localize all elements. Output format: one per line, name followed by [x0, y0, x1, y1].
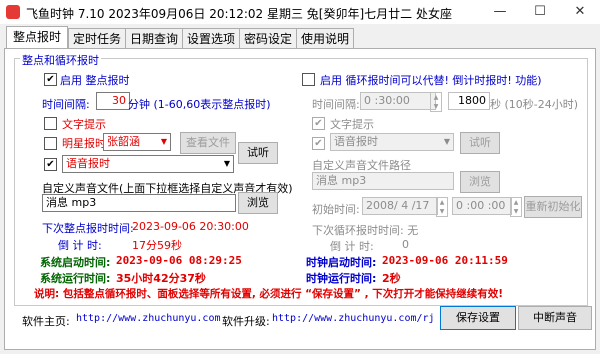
loop-voice-checkbox[interactable]: ✔	[312, 137, 325, 150]
upgrade-label: 软件升级:	[222, 315, 270, 328]
window-title: 飞鱼时钟 7.10 2023年09月06日 20:12:02 星期三 兔[癸卯年…	[26, 7, 452, 21]
tab-date-query[interactable]: 日期查询	[125, 28, 183, 49]
interval-unit-label: 分钟 (1-60,60表示整点报时)	[128, 98, 271, 111]
loop-voice-select-value: 语音报时	[334, 135, 378, 148]
tab-timed-tasks[interactable]: 定时任务	[68, 28, 126, 49]
loop-voice-select[interactable]: 语音报时 ▼	[330, 133, 454, 151]
init-time-label: 初始时间:	[312, 203, 360, 216]
init-time-spinner[interactable]: ▲ ▼	[510, 197, 522, 217]
minimize-button[interactable]: —	[480, 0, 520, 24]
loop-text-hint-checkbox[interactable]: ✔	[312, 117, 325, 130]
enable-loop-checkbox[interactable]	[302, 73, 315, 86]
sys-run-label: 系统运行时间:	[40, 272, 111, 285]
enable-loop-label: 启用 循环报时间可以代替! 倒计时报时! 功能)	[320, 74, 542, 87]
loop-countdown-value: 0	[402, 238, 409, 251]
init-date-input[interactable]: 2008/ 4 /17	[362, 197, 438, 215]
init-date-spinner[interactable]: ▲ ▼	[436, 197, 448, 217]
app-fish-icon	[6, 5, 20, 19]
clock-run-value: 2秒	[382, 272, 401, 285]
chevron-down-icon: ▼	[443, 137, 450, 146]
chevron-down-icon: ▼	[160, 137, 167, 146]
loop-text-hint-label: 文字提示	[330, 118, 374, 131]
loop-test-listen-button[interactable]: 试听	[460, 132, 500, 154]
clock-start-label: 时钟启动时间:	[306, 256, 377, 269]
star-select-value: 张韶涵	[107, 135, 140, 148]
loop-custom-sound-label: 自定义声音文件路径	[312, 159, 411, 172]
stop-sound-button[interactable]: 中断声音	[518, 306, 592, 330]
tab-hourly-chime[interactable]: 整点报时	[6, 26, 68, 50]
interval-label: 时间间隔:	[42, 98, 90, 111]
tab-instructions[interactable]: 使用说明	[296, 28, 354, 49]
init-time-input[interactable]: 0 :00 :00	[452, 197, 512, 215]
voice-chime-checkbox[interactable]: ✔	[44, 158, 57, 171]
group-title: 整点和循环报时	[20, 52, 101, 68]
save-settings-button[interactable]: 保存设置	[440, 306, 516, 330]
star-chime-label: 明星报时	[62, 137, 106, 150]
homepage-label: 软件主页:	[22, 315, 70, 328]
text-hint-checkbox[interactable]	[44, 117, 57, 130]
sys-run-value: 35小时42分37秒	[116, 272, 206, 285]
clock-run-label: 时钟运行时间:	[306, 272, 377, 285]
loop-countdown-label: 倒 计 时:	[330, 240, 374, 253]
sys-start-value: 2023-09-06 08:29:25	[116, 254, 242, 267]
custom-sound-input[interactable]: 消息 mp3	[42, 194, 236, 212]
enable-hourly-checkbox[interactable]: ✔	[44, 73, 57, 86]
sys-start-label: 系统启动时间:	[40, 256, 111, 269]
countdown-value: 17分59秒	[132, 239, 182, 252]
loop-interval-label: 时间间隔:	[312, 98, 360, 111]
homepage-link[interactable]: http://www.zhuchunyu.com	[76, 313, 221, 324]
test-listen-button[interactable]: 试听	[238, 142, 278, 164]
save-note: 说明: 包括整点循环报时、面板选择等所有设置, 必须进行 “保存设置” , 下次…	[34, 288, 504, 300]
chevron-down-icon: ▼	[223, 159, 230, 168]
upgrade-link[interactable]: http://www.zhuchunyu.com/rj	[272, 313, 435, 324]
star-chime-checkbox[interactable]	[44, 137, 57, 150]
maximize-button[interactable]: ☐	[520, 0, 560, 24]
text-hint-label: 文字提示	[62, 118, 106, 131]
reinitialize-button[interactable]: 重新初始化	[524, 196, 582, 218]
close-button[interactable]: ✕	[560, 0, 600, 24]
loop-seconds-input[interactable]: 1800	[448, 92, 490, 110]
loop-seconds-unit: 秒 (10秒-24小时)	[490, 98, 579, 111]
next-loop-label: 下次循环报时时间: 无	[312, 224, 419, 237]
countdown-label: 倒 计 时:	[58, 239, 102, 252]
loop-browse-button[interactable]: 浏览	[460, 171, 500, 193]
star-select[interactable]: 张韶涵 ▼	[103, 133, 171, 151]
tab-password[interactable]: 密码设定	[239, 28, 297, 49]
browse-button[interactable]: 浏览	[238, 192, 278, 214]
clock-start-value: 2023-09-06 20:11:59	[382, 254, 508, 267]
tab-settings[interactable]: 设置选项	[182, 28, 240, 49]
loop-custom-sound-input[interactable]: 消息 mp3	[312, 172, 454, 190]
loop-interval-input[interactable]: 0 :30:00	[360, 92, 436, 110]
next-chime-label: 下次整点报时时间:	[42, 222, 134, 235]
loop-interval-spinner[interactable]: ▲ ▼	[430, 92, 442, 112]
view-file-button[interactable]: 查看文件	[180, 132, 236, 154]
interval-minutes-input[interactable]: 30	[96, 92, 130, 110]
next-chime-value: 2023-09-06 20:30:00	[132, 220, 249, 233]
voice-select-value: 语音报时	[66, 157, 110, 170]
voice-select[interactable]: 语音报时 ▼	[62, 155, 234, 173]
enable-hourly-label: 启用 整点报时	[60, 74, 130, 87]
